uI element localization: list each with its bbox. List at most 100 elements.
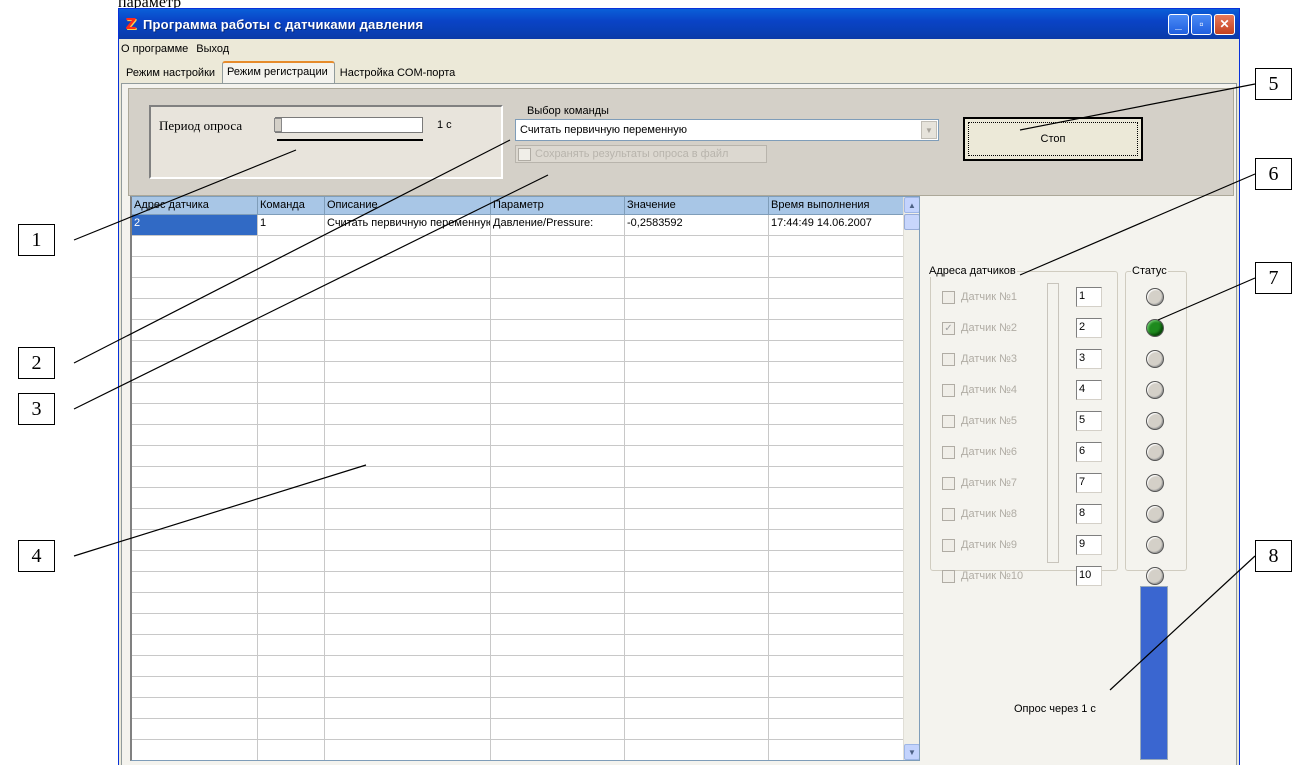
checkbox-box[interactable]: ✓: [942, 321, 955, 335]
table-cell[interactable]: [491, 425, 625, 445]
table-cell[interactable]: [625, 698, 769, 718]
table-cell[interactable]: [325, 404, 491, 424]
table-cell[interactable]: [132, 383, 258, 403]
table-cell[interactable]: [769, 614, 904, 634]
table-cell[interactable]: [625, 530, 769, 550]
column-header[interactable]: Параметр: [491, 197, 625, 214]
table-cell[interactable]: [132, 236, 258, 256]
table-row-empty[interactable]: [132, 404, 919, 425]
table-cell[interactable]: [258, 593, 325, 613]
sensor-checkbox-3[interactable]: Датчик №3: [942, 351, 1017, 367]
table-cell[interactable]: [769, 257, 904, 277]
table-cell[interactable]: [258, 719, 325, 739]
table-cell[interactable]: [625, 677, 769, 697]
table-cell[interactable]: [491, 614, 625, 634]
table-row-empty[interactable]: [132, 677, 919, 698]
table-cell[interactable]: [769, 320, 904, 340]
table-cell[interactable]: [325, 677, 491, 697]
table-cell[interactable]: [625, 320, 769, 340]
tab-setup-mode[interactable]: Режим настройки: [121, 63, 222, 83]
table-cell[interactable]: [258, 383, 325, 403]
table-cell[interactable]: [132, 698, 258, 718]
table-cell[interactable]: [132, 404, 258, 424]
table-cell[interactable]: [491, 362, 625, 382]
sensor-checkbox-2[interactable]: ✓ Датчик №2: [942, 320, 1017, 336]
table-row-empty[interactable]: [132, 341, 919, 362]
table-cell[interactable]: [258, 698, 325, 718]
table-cell[interactable]: [769, 677, 904, 697]
table-cell[interactable]: [769, 593, 904, 613]
sensor-address-input-8[interactable]: 8: [1076, 504, 1102, 524]
checkbox-box[interactable]: [942, 569, 955, 583]
table-cell[interactable]: [491, 740, 625, 760]
checkbox-box[interactable]: [518, 147, 531, 161]
checkbox-box[interactable]: [942, 352, 955, 366]
table-cell[interactable]: [769, 656, 904, 676]
table-cell[interactable]: [769, 551, 904, 571]
results-table[interactable]: Адрес датчика Команда Описание Параметр …: [130, 196, 920, 761]
table-cell[interactable]: [491, 299, 625, 319]
table-cell[interactable]: [625, 614, 769, 634]
table-cell[interactable]: [769, 236, 904, 256]
tab-registration-mode[interactable]: Режим регистрации: [222, 61, 335, 83]
table-cell[interactable]: Давление/Pressure:: [491, 215, 625, 235]
column-header[interactable]: Значение: [625, 197, 769, 214]
table-cell[interactable]: [491, 635, 625, 655]
minimize-button[interactable]: _: [1168, 13, 1189, 35]
table-cell[interactable]: [258, 509, 325, 529]
table-cell[interactable]: [625, 656, 769, 676]
table-cell[interactable]: [769, 425, 904, 445]
table-cell[interactable]: [625, 740, 769, 760]
table-row-empty[interactable]: [132, 488, 919, 509]
table-cell[interactable]: [325, 572, 491, 592]
table-cell[interactable]: [258, 341, 325, 361]
table-cell[interactable]: [258, 614, 325, 634]
table-cell[interactable]: [258, 299, 325, 319]
table-cell[interactable]: [325, 551, 491, 571]
checkbox-box[interactable]: [942, 538, 955, 552]
table-cell[interactable]: [491, 656, 625, 676]
table-cell[interactable]: [258, 257, 325, 277]
table-cell[interactable]: [325, 236, 491, 256]
table-cell[interactable]: [769, 488, 904, 508]
checkbox-box[interactable]: [942, 383, 955, 397]
table-cell[interactable]: [325, 299, 491, 319]
sensor-checkbox-9[interactable]: Датчик №9: [942, 537, 1017, 553]
table-cell[interactable]: [625, 383, 769, 403]
tab-com-port-settings[interactable]: Настройка COM-порта: [335, 63, 463, 83]
table-cell[interactable]: [769, 635, 904, 655]
table-cell[interactable]: [491, 488, 625, 508]
table-cell[interactable]: [258, 488, 325, 508]
vertical-scrollbar[interactable]: ▲ ▼: [903, 197, 919, 760]
table-row-empty[interactable]: [132, 446, 919, 467]
table-cell[interactable]: [491, 383, 625, 403]
table-cell[interactable]: [258, 572, 325, 592]
table-row-empty[interactable]: [132, 530, 919, 551]
table-cell[interactable]: [132, 341, 258, 361]
table-cell[interactable]: [769, 530, 904, 550]
table-cell[interactable]: [769, 509, 904, 529]
table-cell[interactable]: [769, 572, 904, 592]
scroll-down-icon[interactable]: ▼: [904, 744, 919, 760]
table-cell[interactable]: 1: [258, 215, 325, 235]
command-select[interactable]: Считать первичную переменную ▼: [515, 119, 939, 141]
table-cell[interactable]: [325, 719, 491, 739]
checkbox-box[interactable]: [942, 445, 955, 459]
table-cell[interactable]: [625, 446, 769, 466]
table-row-empty[interactable]: [132, 236, 919, 257]
table-cell[interactable]: [258, 656, 325, 676]
sensor-address-input-4[interactable]: 4: [1076, 380, 1102, 400]
table-cell[interactable]: [625, 467, 769, 487]
chevron-down-icon[interactable]: ▼: [921, 121, 937, 139]
table-cell[interactable]: [258, 677, 325, 697]
table-row-empty[interactable]: [132, 656, 919, 677]
sensor-address-input-1[interactable]: 1: [1076, 287, 1102, 307]
table-cell[interactable]: [769, 341, 904, 361]
table-cell[interactable]: [625, 278, 769, 298]
table-row-empty[interactable]: [132, 719, 919, 740]
table-row-empty[interactable]: [132, 257, 919, 278]
table-cell[interactable]: [491, 509, 625, 529]
table-row-empty[interactable]: [132, 425, 919, 446]
column-header[interactable]: Время выполнения: [769, 197, 904, 214]
table-cell[interactable]: [325, 383, 491, 403]
